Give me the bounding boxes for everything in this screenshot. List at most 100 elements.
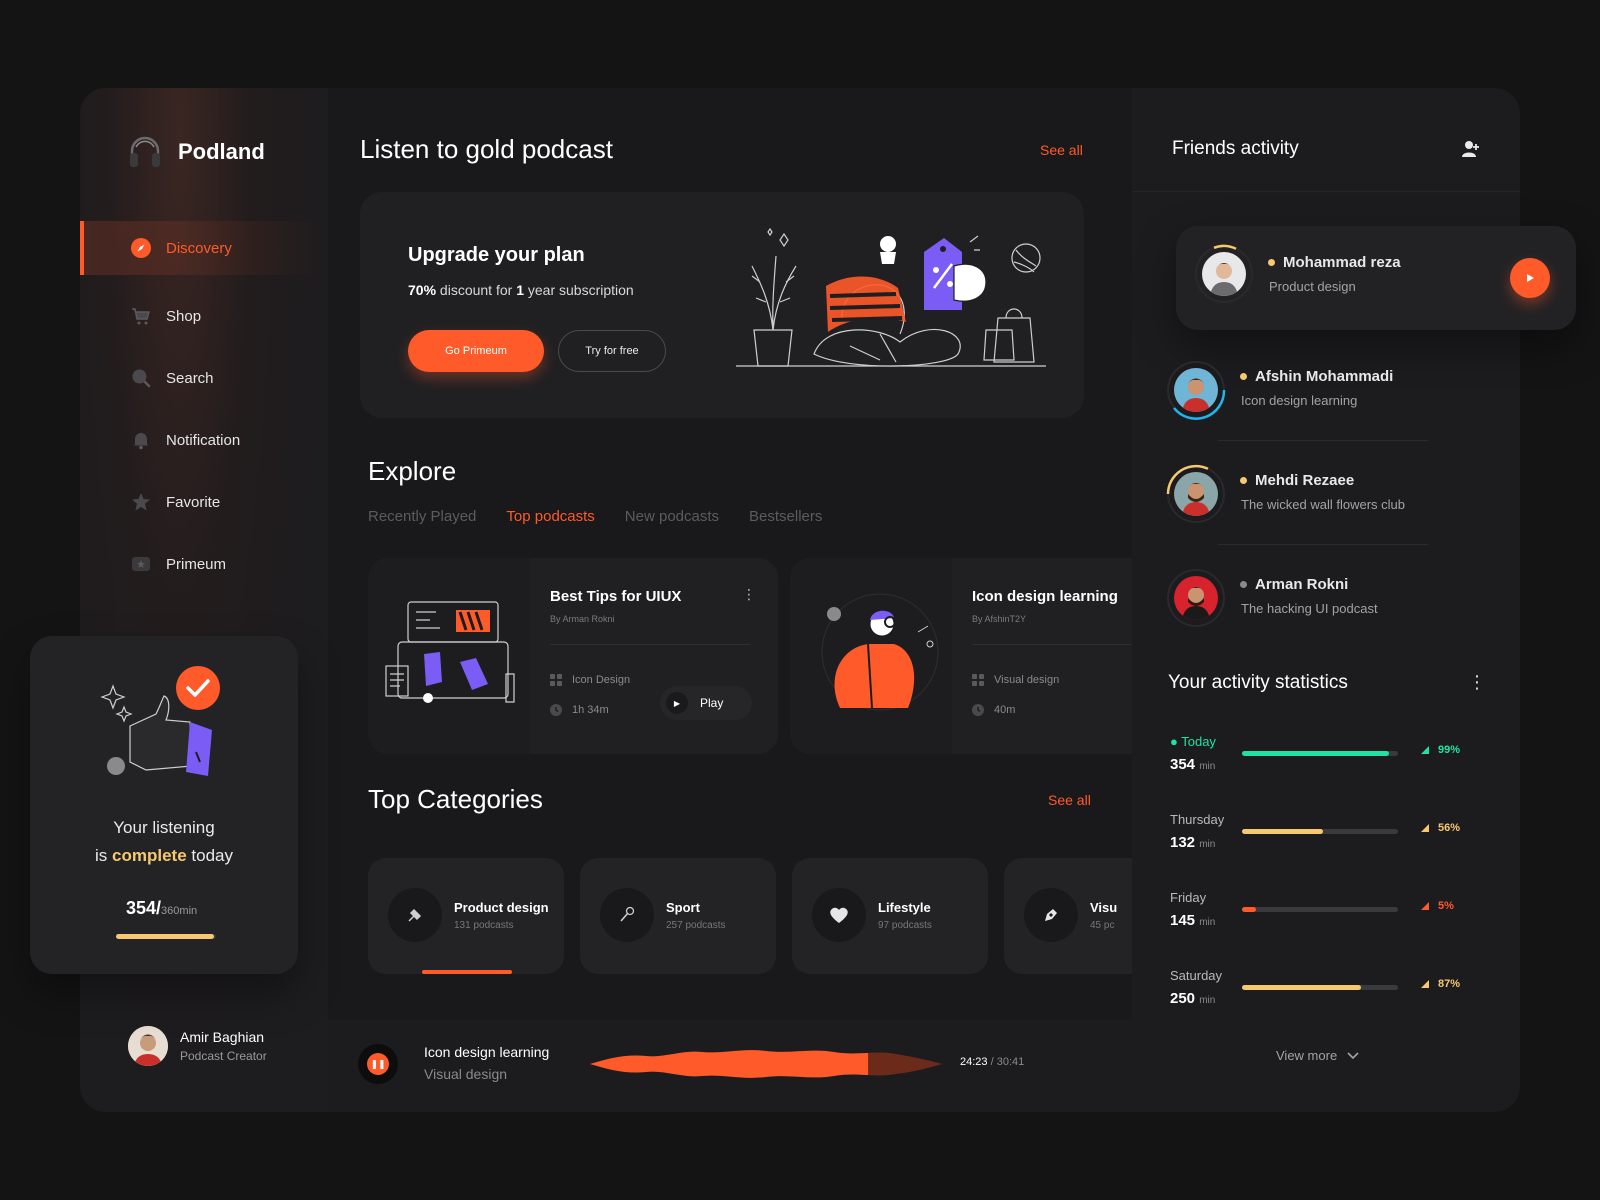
explore-title: Explore [368, 456, 457, 486]
friend-item[interactable]: Arman Rokni The hacking UI podcast [1166, 568, 1378, 628]
stat-unit: min [1199, 839, 1216, 850]
friend-item[interactable]: Afshin Mohammadi Icon design learning [1166, 360, 1393, 420]
sidebar-item-label: Discovery [166, 239, 232, 257]
play-button[interactable]: ▶ Play [660, 686, 752, 720]
stat-minutes: 354 [1170, 756, 1196, 773]
category-count: 257 podcasts [666, 920, 726, 931]
category-label: Icon Design [572, 674, 631, 686]
pause-button[interactable]: ❚❚ [358, 1044, 398, 1084]
friend-activity: Product design [1269, 279, 1356, 294]
friend-name: Afshin Mohammadi [1240, 368, 1393, 385]
activity-stats-title: Your activity statistics [1168, 672, 1348, 693]
tab-bestsellers[interactable]: Bestsellers [749, 508, 822, 525]
avatar [128, 1026, 168, 1066]
stat-day: Thursday [1170, 812, 1224, 827]
stat-percent: 99% [1420, 744, 1460, 756]
shopping-illustration-icon [736, 227, 1046, 367]
friend-name-text: Arman Rokni [1255, 576, 1349, 593]
category-card-lifestyle[interactable]: Lifestyle 97 podcasts [792, 858, 988, 974]
upgrade-title: Upgrade your plan [408, 244, 585, 266]
view-more-button[interactable]: View more [1276, 1048, 1359, 1063]
avatar [1194, 244, 1254, 304]
stat-percent: 5% [1420, 900, 1454, 912]
category-name: Product design [454, 900, 549, 915]
listening-message: Your listening is complete today [30, 814, 298, 870]
stat-minutes: 145 [1170, 912, 1196, 929]
logo[interactable]: Podland [128, 134, 265, 170]
sidebar-item-primeum[interactable]: Primeum [80, 533, 328, 595]
player-track-title: Icon design learning [424, 1044, 550, 1060]
category-card-sport[interactable]: Sport 257 podcasts [580, 858, 776, 974]
friend-item[interactable]: Mohammad reza Product design [1194, 244, 1401, 304]
stat-unit: min [1199, 761, 1216, 772]
waveform-seekbar[interactable] [590, 1042, 942, 1086]
stat-row: Saturday 250 min 87% [1170, 968, 1490, 1018]
complete-highlight: complete [112, 846, 187, 865]
more-options-icon[interactable]: ⋮ [1468, 672, 1486, 693]
try-free-button[interactable]: Try for free [558, 330, 666, 372]
sidebar-item-favorite[interactable]: Favorite [80, 471, 328, 533]
sidebar-item-notification[interactable]: Notification [80, 409, 328, 471]
friend-name: Mohammad reza [1268, 254, 1401, 271]
more-options-icon[interactable]: ⋮ [742, 586, 756, 603]
divider [1218, 544, 1428, 545]
user-profile[interactable]: Amir Baghian Podcast Creator [128, 1026, 267, 1066]
podcast-category: Icon Design [550, 674, 630, 686]
category-name: Lifestyle [878, 900, 931, 915]
stat-progress-fill [1242, 985, 1361, 990]
see-all-link[interactable]: See all [1040, 142, 1083, 158]
pause-icon: ❚❚ [367, 1053, 389, 1075]
stat-day-label: Friday [1170, 890, 1207, 905]
stat-percent-label: 5% [1438, 900, 1454, 912]
play-button[interactable] [1510, 258, 1550, 298]
friend-name-text: Afshin Mohammadi [1255, 368, 1394, 385]
stat-row: Friday 145 min 5% [1170, 890, 1490, 940]
bell-icon [130, 429, 152, 451]
go-premium-button[interactable]: Go Primeum [408, 330, 544, 372]
duration-label: 40m [994, 704, 1016, 716]
friend-item[interactable]: Mehdi Rezaee The wicked wall flowers clu… [1166, 464, 1405, 524]
stat-day: ● Today [1170, 734, 1216, 749]
status-dot [1268, 259, 1275, 266]
sidebar-item-discovery[interactable]: Discovery [80, 221, 328, 275]
stat-percent-label: 87% [1438, 978, 1461, 990]
status-dot [1240, 581, 1247, 588]
total-time: 30:41 [996, 1056, 1025, 1068]
sidebar-item-label: Notification [166, 431, 241, 449]
stat-row: Thursday 132 min 56% [1170, 812, 1490, 862]
category-card-product-design[interactable]: Product design 131 podcasts [368, 858, 564, 974]
laptop-illustration-icon [385, 601, 515, 703]
stat-percent-label: 56% [1438, 822, 1461, 834]
sidebar-item-search[interactable]: Search [80, 347, 328, 409]
player-track-subtitle: Visual design [424, 1066, 508, 1082]
stat-minutes: 132 [1170, 834, 1196, 851]
tab-new-podcasts[interactable]: New podcasts [625, 508, 719, 525]
listening-line1: Your listening [113, 818, 215, 837]
pen-tool-icon [388, 888, 442, 942]
chevron-down-icon [1347, 1051, 1359, 1059]
see-all-categories-link[interactable]: See all [1048, 792, 1091, 808]
tab-top-podcasts[interactable]: Top podcasts [506, 508, 594, 525]
category-card-visual[interactable]: Visu 45 pc [1004, 858, 1132, 974]
stat-progress-fill [1242, 907, 1257, 912]
stat-row: ● Today 354 min 99% [1170, 734, 1490, 784]
line2-prefix: is [95, 846, 108, 865]
sidebar-item-label: Search [166, 369, 214, 387]
thumbs-up-icon [100, 666, 220, 776]
stat-day: Friday [1170, 890, 1206, 905]
stat-value: 132 min [1170, 834, 1215, 851]
sidebar-item-shop[interactable]: Shop [80, 285, 328, 347]
sidebar-nav: Discovery Shop Search Notification Favor… [80, 221, 328, 595]
premium-icon [130, 553, 152, 575]
podcast-duration: 40m [972, 704, 1015, 716]
add-friend-icon[interactable] [1462, 140, 1480, 158]
line2-suffix: today [191, 846, 233, 865]
stat-value: 354 min [1170, 756, 1215, 773]
trend-icon [1421, 746, 1429, 754]
listening-count: 354/360min [126, 898, 197, 919]
friend-name-text: Mehdi Rezaee [1255, 472, 1355, 489]
time-separator: / [987, 1056, 997, 1068]
avatar-photo [1202, 252, 1246, 296]
tab-recently-played[interactable]: Recently Played [368, 508, 476, 525]
podcast-card[interactable]: Best Tips for UIUX By Arman Rokni ⋮ Icon… [368, 558, 778, 754]
